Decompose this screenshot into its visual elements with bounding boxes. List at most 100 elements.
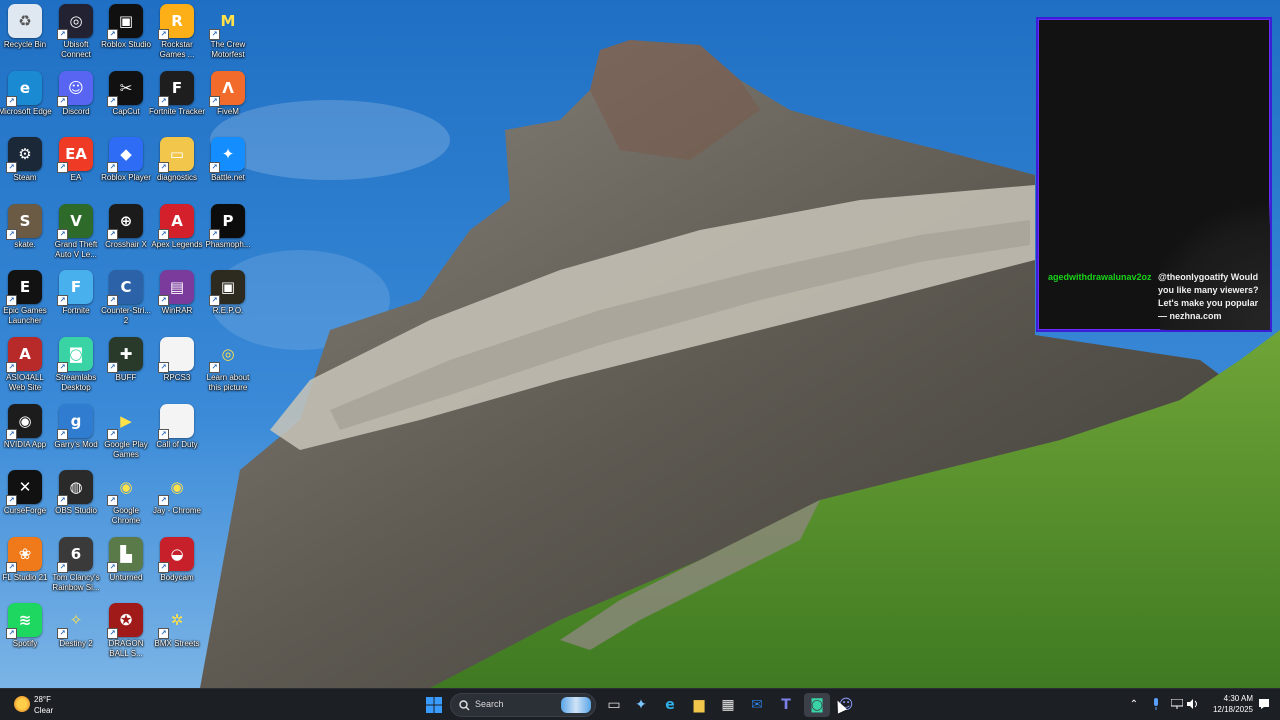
fortnite-tracker-icon: F ↗ xyxy=(158,71,194,107)
desktop-icon[interactable]: Λ ↗ FiveM xyxy=(203,67,253,131)
shortcut-arrow-icon: ↗ xyxy=(57,295,68,306)
teams-button[interactable]: T xyxy=(773,693,799,717)
shortcut-arrow-icon: ↗ xyxy=(107,495,118,506)
desktop-icon[interactable]: P ↗ Phasmoph... xyxy=(203,200,253,264)
curseforge-icon: ✕ ↗ xyxy=(6,470,42,506)
desktop-icon-label: Apex Legends xyxy=(151,240,203,249)
notification-icon[interactable] xyxy=(1257,697,1271,711)
desktop-icon[interactable]: ◙ ↗ Streamlabs Desktop xyxy=(51,333,101,397)
ea-icon: EA ↗ xyxy=(57,137,93,173)
desktop-icon[interactable]: ▣ ↗ Roblox Studio xyxy=(101,0,151,64)
desktop-icon[interactable]: ✧ ↗ Destiny 2 xyxy=(51,599,101,663)
desktop-icon[interactable]: F ↗ Fortnite xyxy=(51,266,101,330)
desktop-icon[interactable]: ≋ ↗ Spotify xyxy=(0,599,50,663)
outlook-button[interactable]: ✉ xyxy=(744,693,770,717)
shortcut-arrow-icon: ↗ xyxy=(6,362,17,373)
weather-widget[interactable]: 28°F Clear xyxy=(8,693,88,717)
shortcut-arrow-icon: ↗ xyxy=(107,162,118,173)
desktop-icon[interactable]: e ↗ Microsoft Edge xyxy=(0,67,52,131)
phasmophobia-icon: P ↗ xyxy=(209,204,245,240)
file-explorer-button[interactable]: ▆ xyxy=(686,693,712,717)
desktop-icon[interactable]: R ↗ Rockstar Games ... xyxy=(152,0,202,64)
shortcut-arrow-icon: ↗ xyxy=(158,562,169,573)
desktop-icon-label: Bodycam xyxy=(160,573,194,582)
dragon-ball-icon: ✪ ↗ xyxy=(107,603,143,639)
obs-icon: ◍ ↗ xyxy=(57,470,93,506)
desktop-icon-grid: ♻ Recycle Bin ◎ ↗ Ubisoft Connect ▣ ↗ Roblox St… xyxy=(0,0,256,688)
desktop-icon[interactable]: ▭ ↗ diagnostics xyxy=(152,133,202,197)
desktop-icon[interactable]: ✕ ↗ CurseForge xyxy=(0,466,50,530)
desktop-icon-label: R.E.P.O. xyxy=(212,306,244,315)
chevron-up-icon[interactable]: ⌃ xyxy=(1127,697,1141,711)
desktop-icon[interactable]: E ↗ Epic Games Launcher xyxy=(0,266,50,330)
desktop-icon[interactable]: ✲ ↗ BMX Streets xyxy=(152,599,202,663)
system-clock[interactable]: 4:30 AM 12/18/2025 xyxy=(1203,693,1253,715)
desktop-icon[interactable]: ↗ RPCS3 xyxy=(152,333,202,397)
microsoft-store-button[interactable]: ▦ xyxy=(715,693,741,717)
microphone-icon[interactable] xyxy=(1149,697,1163,711)
desktop-icon[interactable]: ◉ ↗ NVIDIA App xyxy=(0,400,50,464)
skate-icon: S ↗ xyxy=(6,204,42,240)
desktop-icon[interactable]: A ↗ ASIO4ALL Web Site xyxy=(0,333,50,397)
desktop-icon[interactable]: V ↗ Grand Theft Auto V Le... xyxy=(51,200,101,264)
start-button[interactable] xyxy=(421,693,447,717)
shortcut-arrow-icon: ↗ xyxy=(107,96,118,107)
desktop-icon-label: Microsoft Edge xyxy=(0,107,52,116)
desktop-icon[interactable]: ⊕ ↗ Crosshair X xyxy=(101,200,151,264)
desktop-icon[interactable]: ▙ ↗ Unturned xyxy=(101,533,151,597)
desktop-icon[interactable]: ▣ ↗ R.E.P.O. xyxy=(203,266,253,330)
desktop-icon[interactable]: ◆ ↗ Roblox Player xyxy=(101,133,151,197)
desktop-icon[interactable]: ◉ ↗ Jay - Chrome xyxy=(152,466,202,530)
shortcut-arrow-icon: ↗ xyxy=(209,29,220,40)
copilot-button[interactable]: ✦ xyxy=(628,693,654,717)
shortcut-arrow-icon: ↗ xyxy=(158,429,169,440)
desktop-icon-label: FiveM xyxy=(217,107,239,116)
desktop-icon[interactable]: ⚙ ↗ Steam xyxy=(0,133,50,197)
epic-icon: E ↗ xyxy=(6,270,42,306)
desktop-icon-label: Grand Theft Auto V Le... xyxy=(54,240,98,259)
desktop-icon[interactable]: ✦ ↗ Battle.net xyxy=(203,133,253,197)
desktop-icon[interactable]: F ↗ Fortnite Tracker xyxy=(149,67,205,131)
desktop-icon[interactable]: ◒ ↗ Bodycam xyxy=(152,533,202,597)
desktop-icon-label: Steam xyxy=(13,173,37,182)
desktop-icon[interactable]: ◉ ↗ Google Chrome xyxy=(101,466,151,530)
desktop-icon[interactable]: ✪ ↗ DRAGON BALL S... xyxy=(101,599,151,663)
network-icon[interactable] xyxy=(1170,697,1184,711)
learn-picture-icon: ◎ ↗ xyxy=(209,337,245,373)
task-view-button[interactable]: ▭ xyxy=(601,693,627,717)
volume-icon[interactable] xyxy=(1186,697,1200,711)
desktop-icon[interactable]: ◎ ↗ Learn about this picture xyxy=(203,333,253,397)
desktop-icon[interactable]: ◍ ↗ OBS Studio xyxy=(51,466,101,530)
search-icon xyxy=(459,700,470,711)
desktop-icon[interactable]: M ↗ The Crew Motorfest xyxy=(203,0,253,64)
desktop-icon[interactable]: A ↗ Apex Legends xyxy=(151,200,203,264)
desktop-icon[interactable]: ✚ ↗ BUFF xyxy=(101,333,151,397)
clock-date: 12/18/2025 xyxy=(1212,705,1253,714)
desktop-icon[interactable]: ↗ Call of Duty xyxy=(152,400,202,464)
desktop-icon[interactable]: EA ↗ EA xyxy=(51,133,101,197)
windows-logo-icon xyxy=(426,697,442,713)
desktop-icon[interactable]: ◎ ↗ Ubisoft Connect xyxy=(51,0,101,64)
garrys-mod-icon: g ↗ xyxy=(57,404,93,440)
shortcut-arrow-icon: ↗ xyxy=(6,495,17,506)
desktop-icon[interactable]: ✂ ↗ CapCut xyxy=(101,67,151,131)
desktop-icon-label: Epic Games Launcher xyxy=(3,306,47,325)
asio-icon: A ↗ xyxy=(6,337,42,373)
chat-overlay: agedwithdrawalunav2oz @theonlygoatify Wo… xyxy=(1036,17,1272,332)
desktop-icon[interactable]: S ↗ skate. xyxy=(0,200,50,264)
shortcut-arrow-icon: ↗ xyxy=(158,628,169,639)
task-view-icon: ▭ xyxy=(607,697,621,713)
search-highlight-art xyxy=(561,697,591,713)
taskbar-search-box[interactable]: Search xyxy=(450,693,596,717)
streamlabs-button[interactable]: ◙ xyxy=(804,693,830,717)
desktop-icon[interactable]: C ↗ Counter-Stri... 2 xyxy=(101,266,151,330)
edge-button[interactable]: e xyxy=(657,693,683,717)
desktop-icon[interactable]: ▶ ↗ Google Play Games xyxy=(101,400,151,464)
desktop-icon[interactable]: 6 ↗ Tom Clancy's Rainbow Si... xyxy=(51,533,101,597)
desktop-icon[interactable]: ♻ Recycle Bin xyxy=(0,0,50,64)
desktop-icon[interactable]: g ↗ Garry's Mod xyxy=(51,400,101,464)
desktop-icon[interactable]: ☺ ↗ Discord xyxy=(51,67,101,131)
edge-icon: e xyxy=(665,697,675,713)
desktop-icon[interactable]: ❀ ↗ FL Studio 21 xyxy=(0,533,50,597)
desktop-icon[interactable]: ▤ ↗ WinRAR xyxy=(152,266,202,330)
